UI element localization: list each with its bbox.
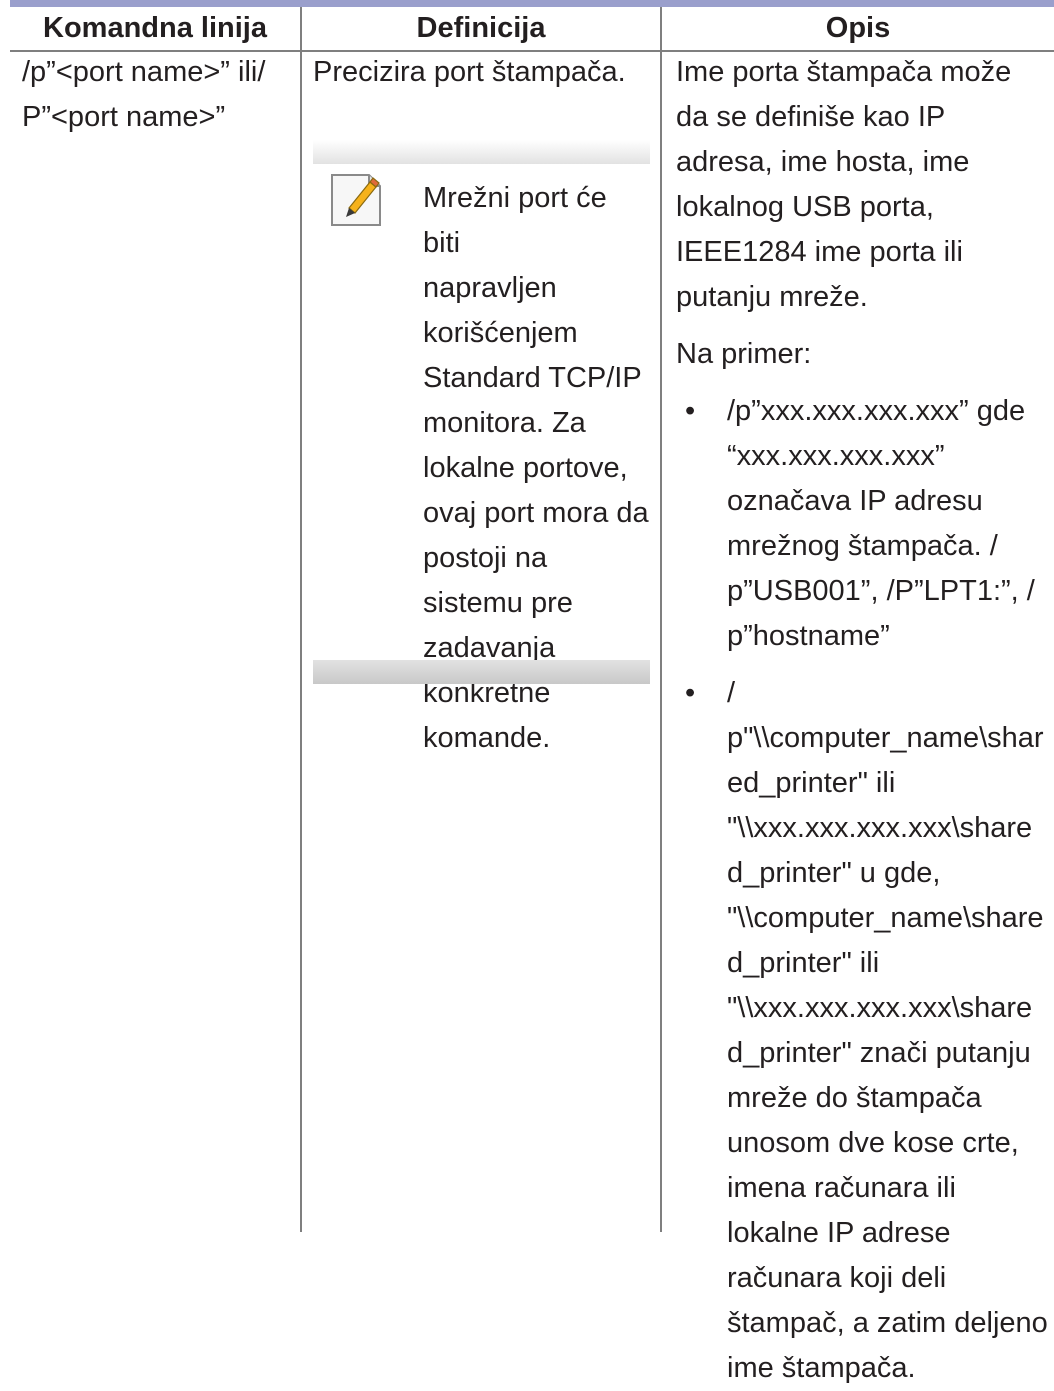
note-line: postoji na	[423, 542, 548, 574]
description-line: putanju mreže.	[676, 281, 868, 313]
bullet1-line: mrežnog štampača. /	[727, 530, 998, 562]
bullet1-line: “xxx.xxx.xxx.xxx”	[727, 440, 945, 472]
bullet2-line: lokalne IP adrese	[727, 1217, 951, 1249]
example-list: • /p”xxx.xxx.xxx.xxx” gde “xxx.xxx.xxx.x…	[676, 389, 1048, 1391]
command-cell: /p”<port name>” ili/ P”<port name>”	[22, 50, 282, 140]
note-line: Standard TCP/IP	[423, 362, 642, 394]
bullet2-line: štampač, a zatim deljeno	[727, 1307, 1048, 1339]
note-top-bar	[313, 140, 650, 164]
bullet2-line: p"\\computer_name\shar	[727, 722, 1044, 754]
bullet2-line: "\\xxx.xxx.xxx.xxx\share	[727, 812, 1033, 844]
note-line: sistemu pre	[423, 587, 573, 619]
note-pencil-icon	[331, 174, 381, 226]
bullet2-line: imena računara ili	[727, 1172, 956, 1204]
bullet1-line: /p”xxx.xxx.xxx.xxx” gde	[727, 395, 1026, 427]
note-line: Mrežni port će biti	[423, 182, 607, 259]
description-cell: Ime porta štampača može da se definiše k…	[676, 50, 1048, 1391]
column-divider-2	[660, 7, 662, 1232]
bullet1-line: p”hostname”	[727, 620, 890, 652]
table-page: Komandna linija Definicija Opis /p”<port…	[0, 0, 1054, 1384]
bullet2-line: "\\xxx.xxx.xxx.xxx\share	[727, 992, 1033, 1024]
header-definition: Definicija	[416, 12, 546, 44]
description-line: lokalnog USB porta,	[676, 191, 934, 223]
bullet2-line: računara koji deli	[727, 1262, 947, 1294]
bullet2-line: /	[727, 677, 736, 709]
example-label: Na primer:	[676, 338, 812, 370]
description-line: IEEE1284 ime porta ili	[676, 236, 963, 268]
bullet2-line: mreže do štampača	[727, 1082, 982, 1114]
bullet-icon: •	[685, 395, 696, 427]
note-line: lokalne portove,	[423, 452, 628, 484]
bullet2-line: d_printer" ili	[727, 947, 880, 979]
description-line: da se definiše kao IP	[676, 101, 946, 133]
command-line-2: P”<port name>”	[22, 101, 226, 133]
list-item: • / p"\\computer_name\shar ed_printer" i…	[676, 671, 1048, 1391]
list-item: • /p”xxx.xxx.xxx.xxx” gde “xxx.xxx.xxx.x…	[676, 389, 1048, 659]
header-rule	[10, 0, 1054, 7]
bullet2-line: d_printer" znači putanju	[727, 1037, 1031, 1069]
definition-text: Precizira port štampača.	[313, 56, 626, 88]
bullet2-line: "\\computer_name\share	[727, 902, 1044, 934]
note-line: monitora. Za	[423, 407, 586, 439]
note-bottom-bar	[313, 660, 650, 684]
note-line: ovaj port mora da	[423, 497, 649, 529]
header-description: Opis	[825, 12, 891, 44]
column-divider-1	[300, 7, 302, 1232]
definition-cell: Precizira port štampača.	[313, 50, 653, 95]
bullet2-line: ime štampača.	[727, 1352, 916, 1384]
bullet2-line: unosom dve kose crte,	[727, 1127, 1019, 1159]
description-line: Ime porta štampača može	[676, 56, 1012, 88]
command-line-1: /p”<port name>” ili/	[22, 56, 266, 88]
note-line: korišćenjem	[423, 317, 578, 349]
note-line: napravljen	[423, 272, 557, 304]
bullet-icon: •	[685, 677, 696, 709]
description-line: adresa, ime hosta, ime	[676, 146, 970, 178]
bullet1-line: p”USB001”, /P”LPT1:”, /	[727, 575, 1035, 607]
header-command: Komandna linija	[43, 12, 267, 44]
note-box: Mrežni port će biti napravljen korišćenj…	[313, 140, 650, 754]
bullet1-line: označava IP adresu	[727, 485, 983, 517]
bullet2-line: d_printer" u gde,	[727, 857, 941, 889]
note-line: komande.	[423, 722, 551, 754]
bullet2-line: ed_printer" ili	[727, 767, 896, 799]
